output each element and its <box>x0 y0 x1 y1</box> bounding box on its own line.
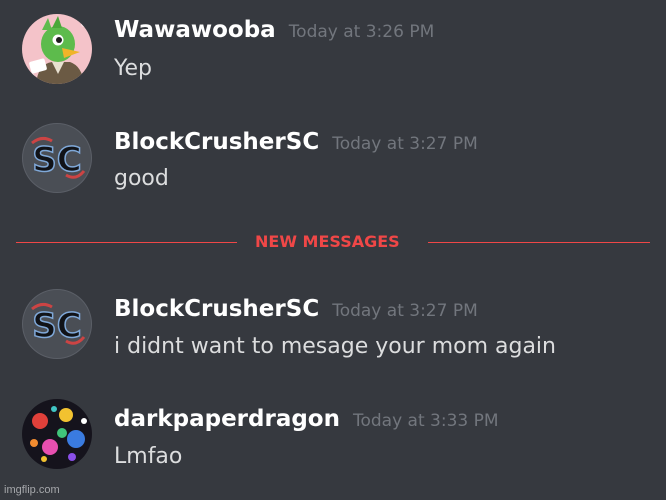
message-header: Wawawooba Today at 3:26 PM <box>114 17 434 43</box>
imgflip-watermark: imgflip.com <box>4 484 60 496</box>
divider-line-right <box>428 242 650 243</box>
timestamp: Today at 3:27 PM <box>332 134 478 154</box>
timestamp: Today at 3:26 PM <box>288 22 435 42</box>
avatar[interactable]: SC <box>22 289 92 359</box>
svg-text:SC: SC <box>32 306 81 346</box>
new-messages-divider: NEW MESSAGES <box>16 232 650 252</box>
timestamp: Today at 3:33 PM <box>352 411 499 431</box>
divider-line-left <box>16 242 237 243</box>
message-content: Yep <box>114 56 153 81</box>
message-content: good <box>114 166 169 191</box>
username[interactable]: BlockCrusherSC <box>114 129 319 155</box>
new-messages-label: NEW MESSAGES <box>255 232 400 251</box>
avatar[interactable] <box>22 399 92 469</box>
username[interactable]: Wawawooba <box>114 17 276 43</box>
green-bird-avatar-icon <box>22 14 92 84</box>
username[interactable]: darkpaperdragon <box>114 406 340 432</box>
paint-splatter-avatar-icon <box>22 399 92 469</box>
avatar[interactable] <box>22 14 92 84</box>
message-header: darkpaperdragon Today at 3:33 PM <box>114 406 499 432</box>
username[interactable]: BlockCrusherSC <box>114 296 319 322</box>
timestamp: Today at 3:27 PM <box>332 301 478 321</box>
svg-text:SC: SC <box>32 140 81 180</box>
message-header: BlockCrusherSC Today at 3:27 PM <box>114 129 478 155</box>
message-content: Lmfao <box>114 444 183 469</box>
sc-letters-avatar-icon: SC <box>22 123 92 193</box>
sc-letters-avatar-icon: SC <box>22 289 92 359</box>
avatar[interactable]: SC <box>22 123 92 193</box>
message-content: i didnt want to mesage your mom again <box>114 334 556 359</box>
message-header: BlockCrusherSC Today at 3:27 PM <box>114 296 478 322</box>
